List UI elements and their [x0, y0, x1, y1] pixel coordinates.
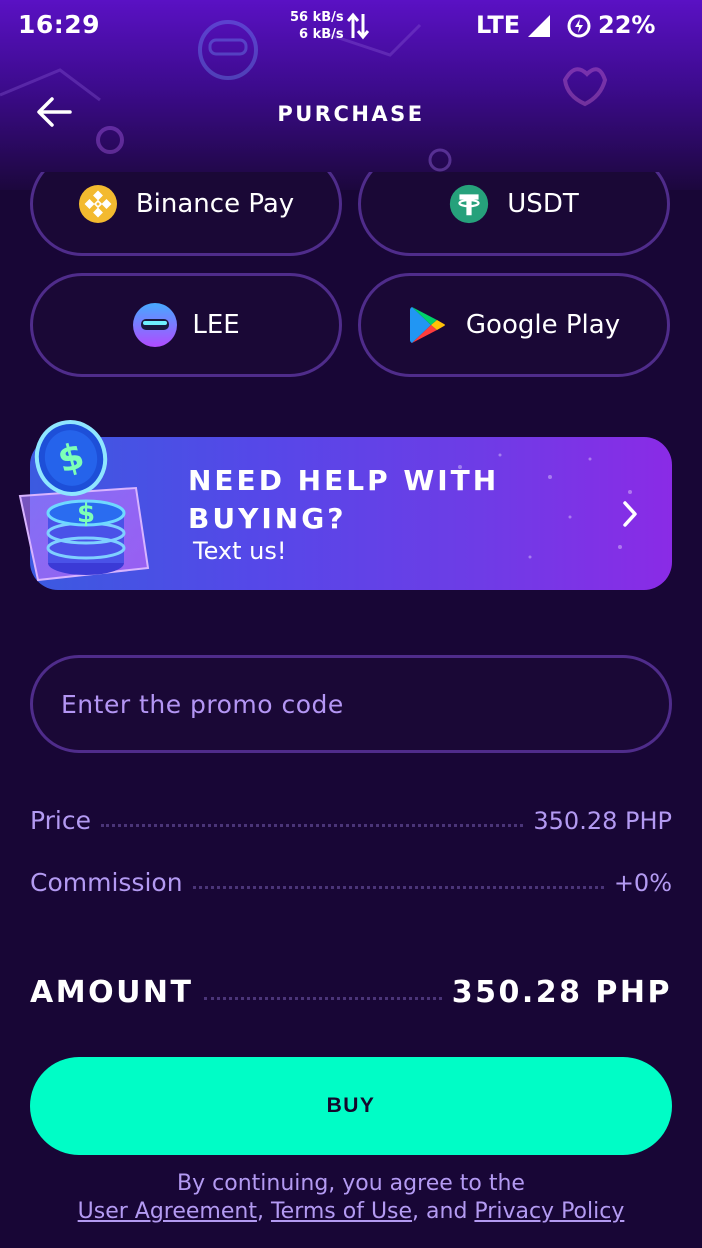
app-header: PURCHASE — [0, 82, 702, 144]
payment-option-binance-pay[interactable]: Binance Pay — [30, 172, 342, 256]
price-row: Price 350.28 PHP — [30, 806, 672, 835]
payment-option-lee[interactable]: LEE — [30, 273, 342, 377]
network-speed: 56 kB/s 6 kB/s — [290, 9, 344, 43]
legal-separator: , and — [412, 1199, 475, 1224]
price-label: Price — [30, 806, 91, 835]
commission-row: Commission +0% — [30, 868, 672, 897]
network-type: LTE — [476, 11, 521, 39]
legal-prefix: By continuing, you agree to the — [177, 1171, 525, 1196]
amount-row: AMOUNT 350.28 PHP — [30, 975, 672, 1010]
amount-value: 350.28 PHP — [451, 975, 672, 1010]
price-value: 350.28 PHP — [533, 807, 672, 835]
help-banner-title: NEED HELP WITH BUYING? — [188, 464, 500, 535]
status-bar: 16:29 56 kB/s 6 kB/s LTE 22% — [0, 0, 702, 52]
svg-text:$: $ — [77, 499, 95, 529]
google-play-icon — [408, 305, 448, 345]
buy-button[interactable]: BUY — [30, 1057, 672, 1155]
lee-token-icon — [132, 302, 178, 348]
signal-icon — [528, 15, 550, 37]
dotted-leader — [101, 824, 524, 827]
dotted-leader — [203, 997, 442, 1000]
payment-option-usdt[interactable]: USDT — [358, 172, 670, 256]
payment-option-google-play[interactable]: Google Play — [358, 273, 670, 377]
net-down-speed: 56 kB/s — [290, 10, 344, 25]
status-time: 16:29 — [18, 10, 101, 39]
legal-separator: , — [256, 1199, 271, 1224]
payment-row-top: Binance Pay USDT — [0, 172, 702, 262]
battery-level: 22% — [598, 11, 656, 39]
terms-of-use-link[interactable]: Terms of Use — [271, 1199, 412, 1224]
legal-notice: By continuing, you agree to the User Agr… — [0, 1170, 702, 1226]
privacy-policy-link[interactable]: Privacy Policy — [474, 1199, 624, 1224]
data-transfer-icon — [347, 12, 369, 40]
payment-option-label: LEE — [192, 310, 240, 340]
tether-icon — [449, 184, 489, 224]
legal-links: User Agreement, Terms of Use, and Privac… — [0, 1198, 702, 1226]
user-agreement-link[interactable]: User Agreement — [78, 1199, 257, 1224]
help-banner-subtitle: Text us! — [193, 537, 287, 565]
commission-label: Commission — [30, 868, 183, 897]
payment-option-label: Binance Pay — [135, 189, 295, 219]
payment-option-label: USDT — [507, 189, 579, 219]
chevron-right-icon — [623, 501, 637, 527]
binance-icon — [78, 184, 118, 224]
battery-saver-icon — [567, 14, 591, 38]
net-up-speed: 6 kB/s — [299, 27, 344, 42]
amount-label: AMOUNT — [30, 975, 194, 1010]
page-title: PURCHASE — [277, 102, 425, 126]
promo-code-input[interactable] — [30, 655, 672, 753]
dotted-leader — [192, 886, 604, 889]
coin-jar-icon: $ $ — [18, 420, 150, 582]
commission-value: +0% — [613, 869, 672, 897]
payment-option-label: Google Play — [465, 310, 621, 340]
